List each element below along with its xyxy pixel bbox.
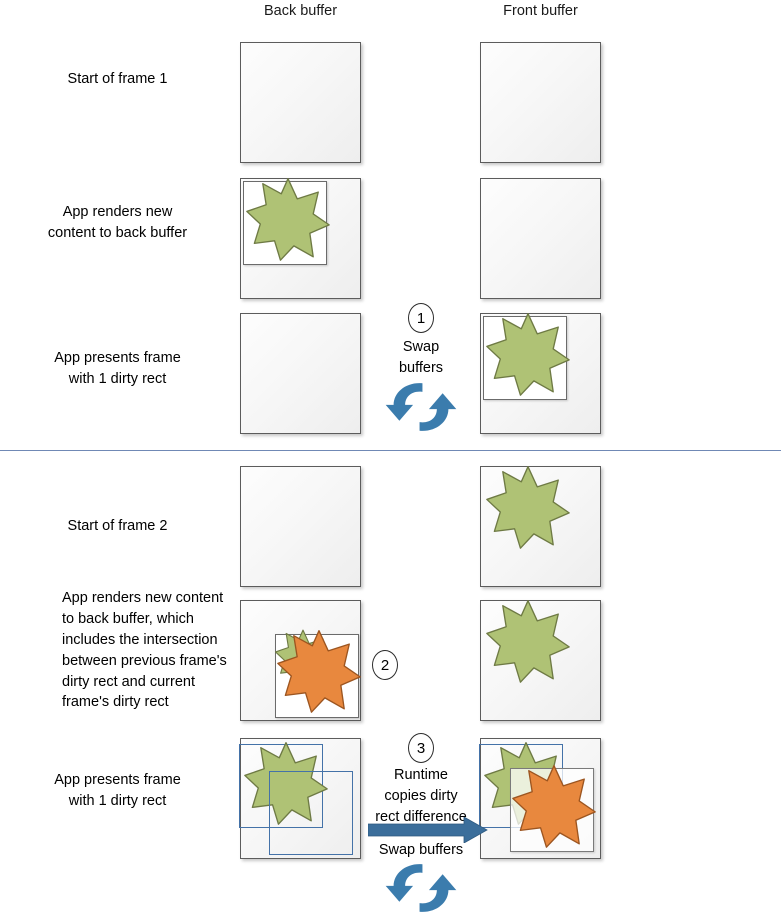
swap-buffers-icon-2 (384, 857, 458, 915)
step-circle-1: 1 (408, 303, 434, 333)
green-star-front-row4 (486, 465, 570, 549)
step-circle-3: 3 (408, 733, 434, 763)
caption-swap-buffers-1: Swap buffers (361, 337, 481, 379)
row-label-start-frame-2: Start of frame 2 (67, 518, 168, 534)
diagram-canvas: Back buffer Front buffer Start of frame … (0, 0, 781, 915)
caption-runtime-copies-line2: copies dirty (384, 788, 458, 805)
buffer-front-row5 (480, 600, 601, 721)
row-label-render-frame-1-line1: App renders new (62, 204, 173, 220)
row-label-present-frame-1: App presents frame with 1 dirty rect (10, 348, 225, 389)
row-label-present-frame-2: App presents frame with 1 dirty rect (10, 770, 225, 811)
current-dirty-rect-window-front-row6 (510, 768, 594, 852)
buffer-front-row2 (480, 178, 601, 299)
dirty-rect-window-back-row2 (243, 181, 327, 265)
buffer-front-row1 (480, 42, 601, 163)
row-label-present-frame-1-line1: App presents frame (54, 350, 181, 366)
column-header-front-buffer: Front buffer (503, 3, 578, 19)
row-label-render-frame-2: App renders new content to back buffer, … (62, 590, 227, 711)
buffer-back-row2 (240, 178, 361, 299)
buffer-front-row6 (479, 738, 601, 859)
buffer-front-row4 (480, 466, 601, 587)
dirty-rect-window-back-row5 (275, 634, 359, 718)
buffer-front-row3 (480, 313, 601, 434)
buffer-back-row1 (240, 42, 361, 163)
buffer-back-row3 (240, 313, 361, 434)
row-label-start-frame-1: Start of frame 1 (67, 71, 168, 87)
swap-buffers-icon-1 (384, 376, 458, 438)
row-label-present-frame-1-line2: with 1 dirty rect (68, 370, 167, 387)
caption-runtime-copies-line1: Runtime (394, 767, 448, 783)
buffer-back-row6 (239, 738, 361, 859)
section-divider (0, 450, 781, 451)
green-star-front-row5 (486, 599, 570, 683)
buffer-back-row5 (240, 600, 361, 721)
row-label-render-frame-1-line2: content to back buffer (47, 224, 188, 241)
buffer-back-row4 (240, 466, 361, 587)
current-dirty-rect-back-row6 (269, 771, 353, 855)
row-label-present-frame-2-line2: with 1 dirty rect (68, 792, 167, 809)
column-header-back-buffer: Back buffer (263, 3, 338, 19)
dirty-rect-window-front-row3 (483, 316, 567, 400)
row-label-present-frame-2-line1: App presents frame (54, 772, 181, 788)
step-circle-2: 2 (372, 650, 398, 680)
row-label-render-frame-1: App renders new content to back buffer (10, 202, 225, 243)
caption-swap-buffers-1-line1: Swap (402, 339, 440, 355)
